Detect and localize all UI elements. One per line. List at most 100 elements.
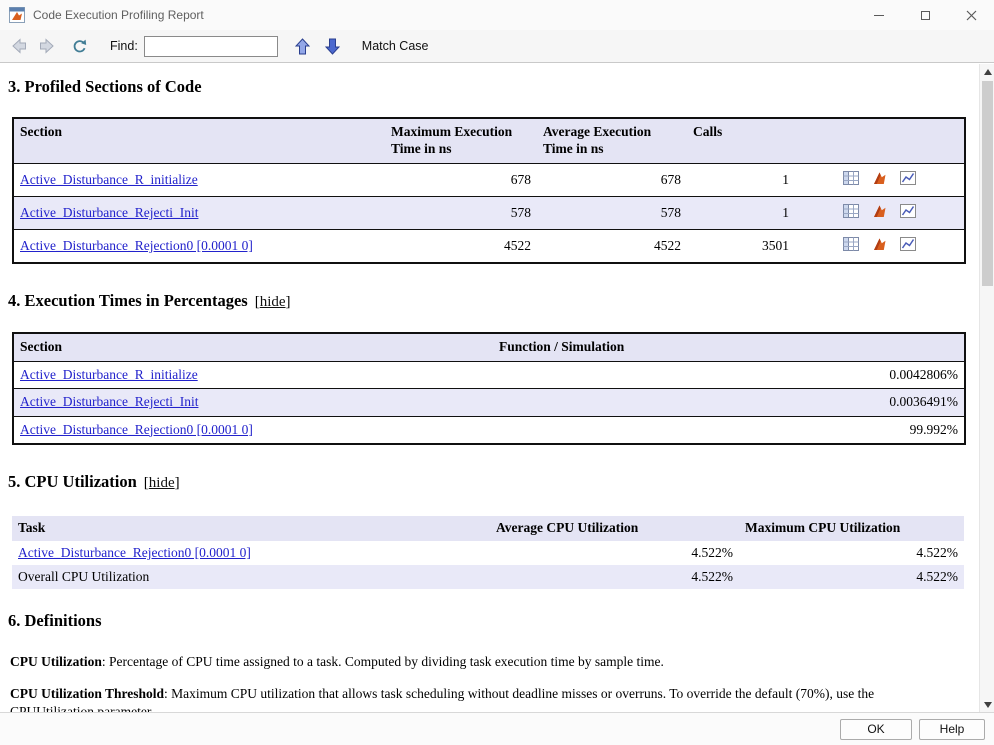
section-5-title: 5. CPU Utilization: [8, 472, 137, 491]
profile-details-button[interactable]: [843, 237, 859, 255]
section-5-heading: 5. CPU Utilization[hide]: [8, 472, 979, 492]
percent-value: 0.0036491%: [493, 389, 965, 416]
find-input[interactable]: [144, 36, 278, 57]
col-header-max-cpu: Maximum CPU Utilization: [739, 516, 964, 541]
match-case-toggle[interactable]: Match Case: [362, 39, 429, 53]
percent-table-header-row: Section Function / Simulation: [13, 333, 965, 361]
back-button[interactable]: [6, 33, 32, 59]
matlab-logo-icon: [872, 204, 887, 218]
section-link[interactable]: Active_Disturbance_R_initialize: [20, 172, 198, 187]
bracket: ]: [286, 294, 291, 310]
col-header-task: Task: [12, 516, 490, 541]
table-row: Active_Disturbance_Rejection0 [0.0001 0]…: [13, 230, 965, 264]
definition-term: CPU Utilization: [10, 654, 102, 669]
ok-button[interactable]: OK: [840, 719, 912, 740]
line-chart-icon: [900, 171, 916, 185]
calls-value: 1: [687, 163, 795, 196]
max-cpu-value: 4.522%: [739, 541, 964, 565]
scroll-down-button[interactable]: [980, 697, 994, 712]
matlab-logo-icon: [872, 171, 887, 185]
report-content: 3. Profiled Sections of Code Section Max…: [0, 64, 979, 712]
bracket: ]: [175, 475, 180, 491]
section-4-heading: 4. Execution Times in Percentages[hide]: [8, 291, 979, 311]
refresh-icon: [71, 38, 88, 55]
max-cpu-value: 4.522%: [739, 565, 964, 589]
table-row: Active_Disturbance_R_initialize 0.004280…: [13, 362, 965, 389]
percent-value: 0.0042806%: [493, 362, 965, 389]
spreadsheet-icon: [843, 171, 859, 185]
max-time-value: 678: [385, 163, 537, 196]
plot-time-button[interactable]: [900, 204, 916, 222]
execution-percentages-table: Section Function / Simulation Active_Dis…: [12, 332, 966, 444]
cpu-table-header-row: Task Average CPU Utilization Maximum CPU…: [12, 516, 964, 541]
task-label: Overall CPU Utilization: [12, 565, 490, 589]
col-header-max-time: Maximum Execution Time in ns: [385, 118, 537, 163]
table-row: Active_Disturbance_Rejecti_Init 578 578 …: [13, 196, 965, 229]
section-link[interactable]: Active_Disturbance_Rejecti_Init: [20, 394, 198, 409]
open-in-matlab-button[interactable]: [872, 204, 887, 222]
maximize-icon: [921, 11, 930, 20]
find-next-button[interactable]: [320, 33, 346, 59]
find-previous-arrow-icon: [295, 38, 310, 55]
table-row: Overall CPU Utilization 4.522% 4.522%: [12, 565, 964, 589]
profiled-sections-table: Section Maximum Execution Time in ns Ave…: [12, 117, 966, 264]
back-arrow-icon: [10, 37, 28, 55]
percent-value: 99.992%: [493, 416, 965, 444]
section-link[interactable]: Active_Disturbance_Rejection0 [0.0001 0]: [20, 238, 253, 253]
section-link[interactable]: Active_Disturbance_Rejecti_Init: [20, 205, 198, 220]
footer-bar: OK Help: [0, 712, 994, 745]
definition-cpu-utilization: CPU Utilization: Percentage of CPU time …: [10, 653, 960, 670]
task-link[interactable]: Active_Disturbance_Rejection0 [0.0001 0]: [18, 545, 251, 560]
table-row: Active_Disturbance_Rejection0 [0.0001 0]…: [12, 541, 964, 565]
avg-time-value: 4522: [537, 230, 687, 264]
avg-cpu-value: 4.522%: [490, 565, 739, 589]
matlab-report-app-icon: [9, 7, 25, 23]
table-row: Active_Disturbance_Rejection0 [0.0001 0]…: [13, 416, 965, 444]
section-4-title: 4. Execution Times in Percentages: [8, 291, 248, 310]
minimize-button[interactable]: [856, 0, 902, 30]
section-link[interactable]: Active_Disturbance_R_initialize: [20, 367, 198, 382]
definition-term: CPU Utilization Threshold: [10, 686, 164, 701]
profile-details-button[interactable]: [843, 204, 859, 222]
hide-link-execution-times[interactable]: hide: [260, 294, 286, 310]
section-3-heading: 3. Profiled Sections of Code: [8, 77, 979, 97]
find-previous-button[interactable]: [290, 33, 316, 59]
help-button[interactable]: Help: [919, 719, 985, 740]
col-header-actions: [795, 118, 965, 163]
find-toolbar: Find: Match Case: [0, 30, 994, 63]
plot-time-button[interactable]: [900, 237, 916, 255]
vertical-scrollbar[interactable]: [979, 64, 994, 712]
scroll-up-button[interactable]: [980, 64, 994, 79]
table-row: Active_Disturbance_R_initialize 678 678 …: [13, 163, 965, 196]
matlab-logo-icon: [872, 237, 887, 251]
spreadsheet-icon: [843, 237, 859, 251]
forward-button[interactable]: [34, 33, 60, 59]
close-button[interactable]: [948, 0, 994, 30]
find-next-arrow-icon: [325, 38, 340, 55]
hide-link-cpu-utilization[interactable]: hide: [149, 475, 175, 491]
scroll-down-icon: [984, 702, 992, 708]
maximize-button[interactable]: [902, 0, 948, 30]
close-icon: [966, 10, 977, 21]
refresh-button[interactable]: [66, 33, 92, 59]
section-6-heading: 6. Definitions: [8, 611, 979, 631]
scroll-up-icon: [984, 69, 992, 75]
open-in-matlab-button[interactable]: [872, 237, 887, 255]
definition-cpu-utilization-threshold: CPU Utilization Threshold: Maximum CPU u…: [10, 685, 960, 712]
col-header-section: Section: [13, 333, 493, 361]
avg-time-value: 678: [537, 163, 687, 196]
scrollbar-thumb[interactable]: [982, 81, 993, 286]
section-6-title: 6. Definitions: [8, 611, 102, 630]
max-time-value: 578: [385, 196, 537, 229]
section-link[interactable]: Active_Disturbance_Rejection0 [0.0001 0]: [20, 422, 253, 437]
col-header-function-simulation: Function / Simulation: [493, 333, 965, 361]
titlebar: Code Execution Profiling Report: [0, 0, 994, 30]
window-controls: [856, 0, 994, 30]
open-in-matlab-button[interactable]: [872, 171, 887, 189]
cpu-utilization-table: Task Average CPU Utilization Maximum CPU…: [12, 516, 964, 589]
forward-arrow-icon: [38, 37, 56, 55]
plot-time-button[interactable]: [900, 171, 916, 189]
profile-details-button[interactable]: [843, 171, 859, 189]
find-label: Find:: [110, 39, 138, 53]
col-header-calls: Calls: [687, 118, 795, 163]
